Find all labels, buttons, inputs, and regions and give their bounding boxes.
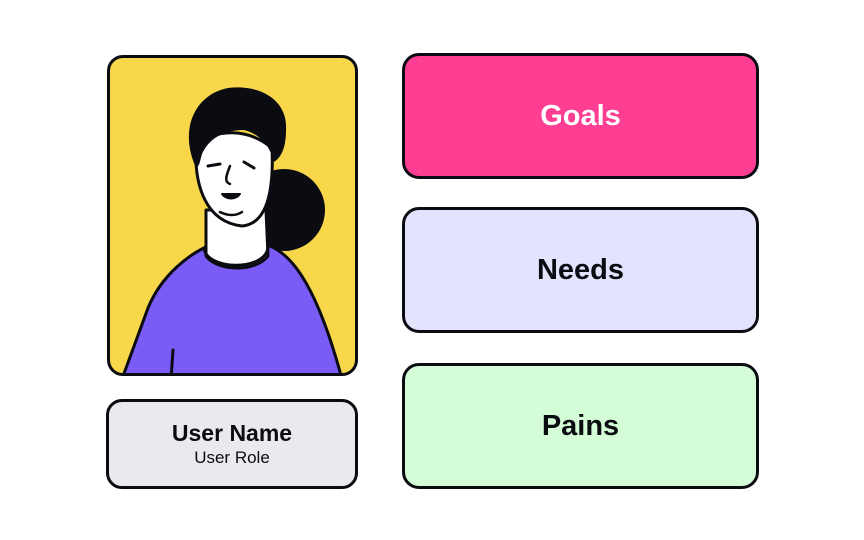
left-eye (206, 162, 222, 168)
mouth (221, 193, 241, 200)
sleeve-seam (169, 348, 175, 373)
user-info-card: User Name User Role (106, 399, 358, 489)
pains-card[interactable]: Pains (402, 363, 759, 489)
user-role: User Role (194, 448, 270, 467)
user-name: User Name (171, 420, 293, 446)
pains-label: Pains (541, 409, 620, 442)
needs-label: Needs (536, 253, 625, 286)
goals-label: Goals (540, 99, 621, 132)
goals-card[interactable]: Goals (402, 53, 759, 179)
needs-card[interactable]: Needs (402, 207, 759, 333)
persona-avatar-card (107, 55, 358, 376)
person-illustration-icon (122, 87, 342, 373)
